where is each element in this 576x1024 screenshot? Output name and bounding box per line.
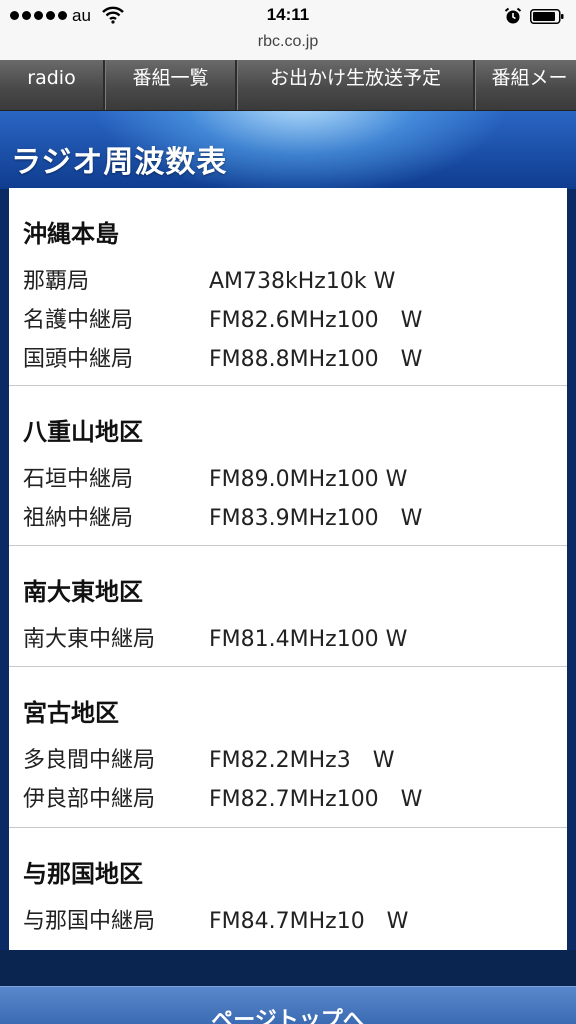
status-bar: au 14:11 <box>0 0 576 32</box>
region-section: 与那国地区 与那国中継局 FM84.7MHz10 W <box>9 828 567 949</box>
station-frequency: FM82.7MHz100 W <box>209 787 423 812</box>
station-row: 祖納中継局 FM83.9MHz100 W <box>23 500 422 532</box>
page-header: ラジオ周波数表 <box>0 111 576 189</box>
station-row: 石垣中継局 FM89.0MHz100 W <box>23 461 407 493</box>
status-time: 14:11 <box>266 5 310 24</box>
region-section: 沖縄本島 那覇局 AM738kHz10k W 名護中継局 FM82.6MHz100 … <box>9 188 567 386</box>
nav-item-program-list[interactable]: 番組一覧 <box>105 60 237 110</box>
station-frequency: FM82.2MHz3 W <box>209 748 395 773</box>
station-row: 伊良部中継局 FM82.7MHz100 W <box>23 781 422 813</box>
battery-icon <box>530 9 564 24</box>
region-heading: 宮古地区 <box>23 699 119 727</box>
station-row: 国頭中継局 FM88.8MHz100 W <box>23 341 422 373</box>
region-section: 八重山地区 石垣中継局 FM89.0MHz100 W 祖納中継局 FM83.9MHz… <box>9 386 567 546</box>
region-heading: 沖縄本島 <box>23 220 119 248</box>
frequency-table: 沖縄本島 那覇局 AM738kHz10k W 名護中継局 FM82.6MHz100 … <box>9 188 567 950</box>
station-frequency: FM83.9MHz100 W <box>209 506 423 531</box>
station-row: 南大東中継局 FM81.4MHz100 W <box>23 621 407 653</box>
top-navigation: radio 番組一覧 お出かけ生放送予定 番組メー <box>0 60 576 111</box>
station-frequency: FM88.8MHz100 W <box>209 347 423 372</box>
station-name: 名護中継局 <box>23 308 134 333</box>
station-name: 石垣中継局 <box>23 467 134 492</box>
region-section: 宮古地区 多良間中継局 FM82.2MHz3 W 伊良部中継局 FM82.7MHz1… <box>9 667 567 828</box>
page-top-button[interactable]: ページトップへ <box>0 986 576 1024</box>
station-row: 那覇局 AM738kHz10k W <box>23 263 395 295</box>
station-frequency: FM82.6MHz100 W <box>209 308 423 333</box>
region-heading: 南大東地区 <box>23 578 143 606</box>
station-row: 与那国中継局 FM84.7MHz10 W <box>23 903 408 935</box>
station-name: 伊良部中継局 <box>23 787 156 812</box>
station-name: 南大東中継局 <box>23 627 156 652</box>
station-frequency: FM84.7MHz10 W <box>209 909 409 934</box>
region-section: 南大東地区 南大東中継局 FM81.4MHz100 W <box>9 546 567 667</box>
address-bar-url: rbc.co.jp <box>257 33 319 50</box>
nav-item-radio[interactable]: radio <box>0 60 105 110</box>
station-name: 国頭中継局 <box>23 347 134 372</box>
alarm-clock-icon <box>504 7 522 24</box>
address-bar[interactable]: rbc.co.jp <box>0 32 576 60</box>
station-frequency: FM81.4MHz100 W <box>209 627 408 652</box>
station-name: 与那国中継局 <box>23 909 156 934</box>
region-heading: 八重山地区 <box>23 418 143 446</box>
station-name: 那覇局 <box>23 269 90 294</box>
station-name: 多良間中継局 <box>23 748 156 773</box>
station-name: 祖納中継局 <box>23 506 134 531</box>
station-row: 多良間中継局 FM82.2MHz3 W <box>23 742 394 774</box>
station-row: 名護中継局 FM82.6MHz100 W <box>23 302 422 334</box>
region-heading: 与那国地区 <box>23 860 143 888</box>
station-frequency: FM89.0MHz100 W <box>209 467 408 492</box>
nav-item-program-mail[interactable]: 番組メー <box>475 60 576 110</box>
station-frequency: AM738kHz10k W <box>209 269 396 294</box>
nav-item-live-schedule[interactable]: お出かけ生放送予定 <box>237 60 475 110</box>
page-title: ラジオ周波数表 <box>11 145 228 180</box>
